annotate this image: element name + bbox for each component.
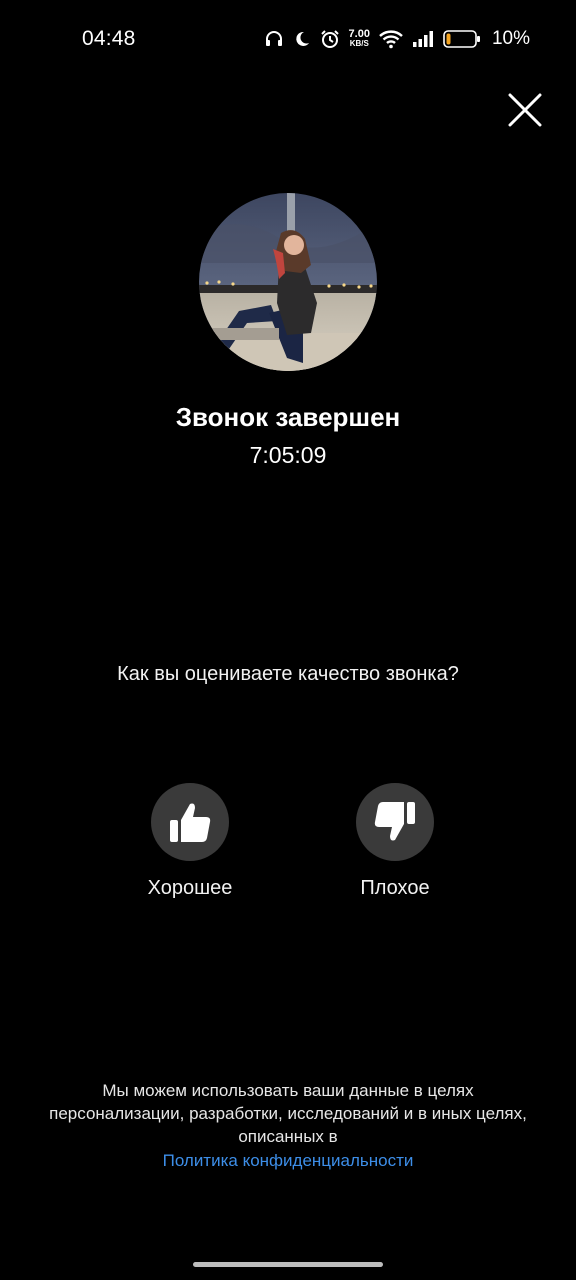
call-ended-screen: 04:48 7.00 KB/S 10% Звонок завершен 7:05… bbox=[0, 0, 576, 1280]
signal-icon bbox=[412, 30, 434, 48]
battery-percent: 10% bbox=[491, 28, 530, 49]
close-button[interactable] bbox=[505, 90, 545, 130]
status-bar: 04:48 7.00 KB/S 10% bbox=[0, 0, 576, 78]
thumbs-down-icon bbox=[374, 802, 415, 841]
headphones-icon bbox=[264, 29, 284, 49]
call-title: Звонок завершен bbox=[175, 402, 401, 432]
close-icon bbox=[508, 93, 542, 127]
alarm-icon bbox=[320, 29, 340, 49]
rate-bad-button[interactable] bbox=[356, 783, 434, 861]
moon-icon bbox=[293, 30, 311, 48]
thumbs-up-icon bbox=[170, 803, 211, 842]
status-icons: 7.00 KB/S 10% bbox=[264, 24, 530, 54]
net-speed-unit: KB/S bbox=[349, 39, 369, 48]
rate-good-label: Хорошее bbox=[147, 877, 233, 899]
home-indicator[interactable] bbox=[193, 1262, 383, 1267]
rating-question: Как вы оцениваете качество звонка? bbox=[117, 663, 459, 685]
net-speed: 7.00 KB/S bbox=[348, 28, 370, 49]
call-duration: 7:05:09 bbox=[249, 442, 327, 468]
privacy-disclaimer: Мы можем использовать ваши данные в целя… bbox=[49, 1081, 527, 1146]
status-time: 04:48 bbox=[82, 27, 136, 50]
wifi-icon bbox=[379, 29, 403, 49]
battery-icon bbox=[443, 29, 481, 49]
avatar bbox=[199, 193, 377, 371]
privacy-policy-link[interactable]: Политика конфиденциальности bbox=[0, 1151, 576, 1171]
rate-good-button[interactable] bbox=[151, 783, 229, 861]
rate-bad-label: Плохое bbox=[360, 877, 430, 899]
net-speed-value: 7.00 bbox=[348, 28, 370, 40]
